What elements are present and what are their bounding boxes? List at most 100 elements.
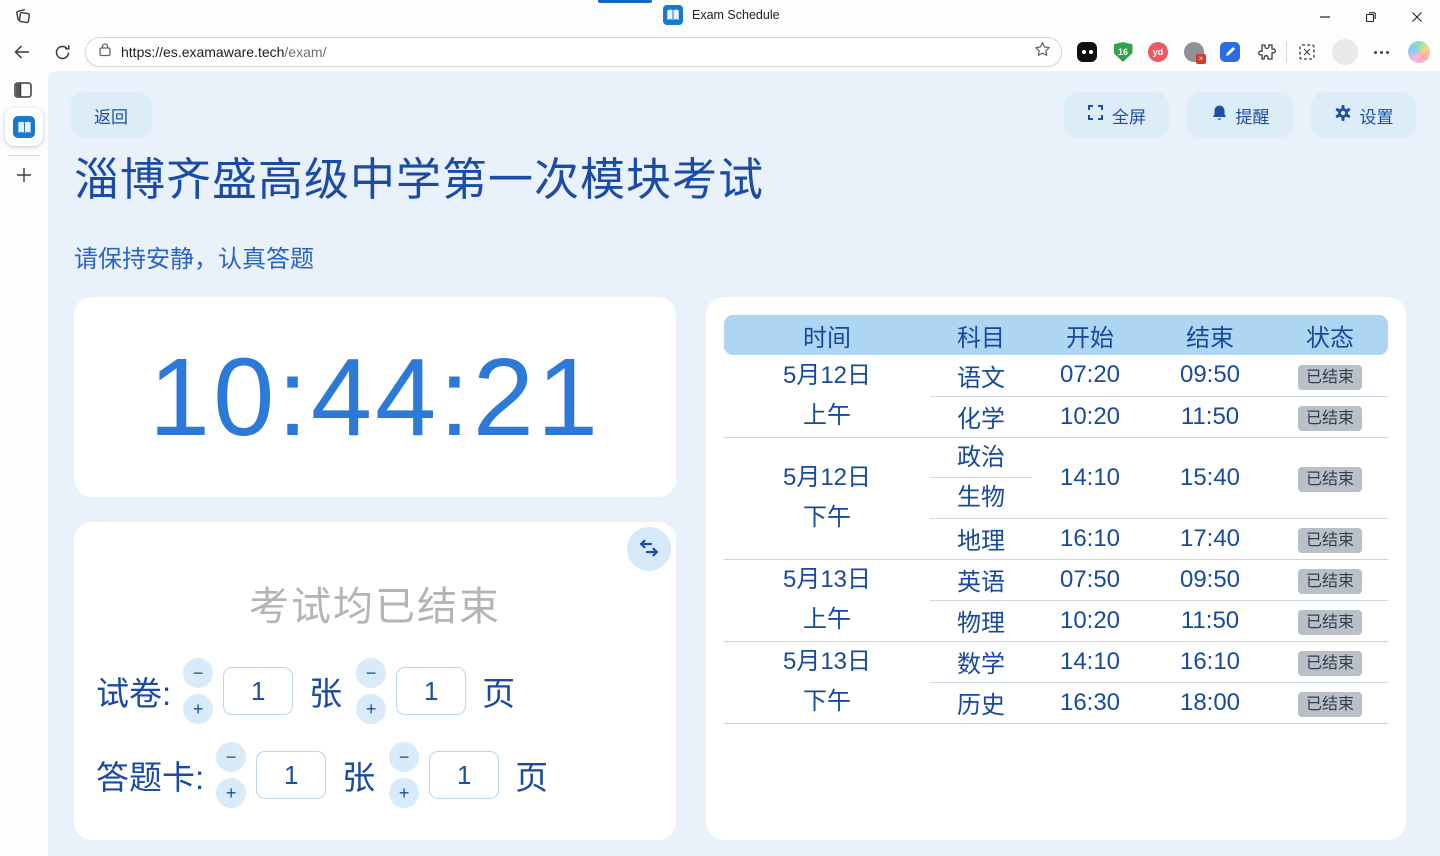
screenshot-snip-icon[interactable] [1293, 38, 1321, 66]
status-cell: 已结束 [1272, 396, 1388, 437]
subject-cell: 数学 [930, 641, 1032, 682]
reminder-button-label: 提醒 [1236, 103, 1270, 128]
more-menu-icon[interactable] [1367, 38, 1395, 66]
paper-pages-minus-button[interactable]: − [356, 658, 386, 688]
start-cell: 10:20 [1032, 600, 1148, 641]
status-cell: 已结束 [1272, 641, 1388, 682]
exam-schedule-favicon-icon [13, 116, 35, 138]
status-badge: 已结束 [1298, 610, 1362, 635]
paper-label: 试卷: [96, 667, 171, 715]
schedule-row: 5月13日上午 英语 07:50 09:50 已结束 [724, 559, 1388, 600]
url-host: https://es.examaware.tech [121, 44, 284, 60]
lock-icon [98, 42, 112, 62]
tab-actions-icon[interactable] [14, 82, 34, 100]
answer-sheet-pages-plus-button[interactable]: + [389, 778, 419, 808]
subject-cell: 物理 [930, 600, 1032, 641]
fullscreen-icon [1087, 104, 1104, 126]
paper-count-unit: 张 [309, 667, 342, 715]
bookmark-star-icon[interactable] [1034, 41, 1051, 63]
settings-button[interactable]: 设置 [1311, 92, 1416, 138]
exam-page: 返回 全屏 提醒 设置 淄博齐盛高级中学第一次模块考试 请保持安静，认真答题 1… [48, 71, 1440, 856]
status-badge: 已结束 [1298, 569, 1362, 594]
date-cell: 5月13日下午 [724, 641, 930, 723]
refresh-icon[interactable] [46, 36, 78, 68]
date-cell: 5月13日上午 [724, 559, 930, 641]
start-cell: 14:10 [1032, 641, 1148, 682]
extensions-puzzle-icon[interactable] [1252, 38, 1280, 66]
end-cell: 15:40 [1148, 437, 1272, 518]
header-time: 时间 [724, 315, 930, 355]
status-cell: 已结束 [1272, 682, 1388, 723]
back-button-label: 返回 [94, 103, 128, 128]
schedule-row: 5月12日下午 政治生物 14:10 15:40 已结束 [724, 437, 1388, 518]
clock-card: 10:44:21 [74, 297, 676, 497]
paper-panel-card: 考试均已结束 试卷: − + 张 − + 页 [74, 522, 676, 840]
active-tab-accent [598, 0, 652, 3]
swap-arrows-icon [638, 539, 660, 559]
end-cell: 09:50 [1148, 559, 1272, 600]
clock-display: 10:44:21 [149, 334, 601, 461]
vertical-tabs-sidebar [0, 71, 48, 856]
subject-cell: 地理 [930, 518, 1032, 559]
paper-count-plus-button[interactable]: + [183, 694, 213, 724]
copilot-icon[interactable] [1405, 38, 1433, 66]
paper-stepper-row: 试卷: − + 张 − + 页 [96, 658, 676, 724]
adblock-shield-icon[interactable]: 16 [1109, 38, 1137, 66]
answer-sheet-stepper-row: 答题卡: − + 张 − + 页 [96, 742, 676, 808]
status-cell: 已结束 [1272, 559, 1388, 600]
end-cell: 11:50 [1148, 396, 1272, 437]
answer-sheet-label: 答题卡: [96, 751, 204, 799]
paper-pages-input[interactable] [396, 667, 466, 715]
answer-sheet-count-input[interactable] [256, 751, 326, 799]
minimize-button[interactable] [1302, 0, 1348, 33]
stepper-rows: 试卷: − + 张 − + 页 答题卡: [96, 658, 676, 808]
editor-pen-icon[interactable] [1216, 38, 1244, 66]
schedule-card: 时间 科目 开始 结束 状态 5月12日上午 语文 07:20 09:50 已结… [706, 297, 1406, 840]
schedule-header-row: 时间 科目 开始 结束 状态 [724, 315, 1388, 355]
reminder-button[interactable]: 提醒 [1187, 92, 1293, 138]
header-subject: 科目 [930, 315, 1032, 355]
status-badge: 已结束 [1298, 528, 1362, 553]
paper-count-input[interactable] [223, 667, 293, 715]
address-bar[interactable]: https://es.examaware.tech/exam/ [85, 37, 1062, 67]
titlebar: Exam Schedule [0, 0, 1440, 33]
restore-button[interactable] [1348, 0, 1394, 33]
dark-extension-icon[interactable] [1073, 38, 1101, 66]
date-cell: 5月12日上午 [724, 355, 930, 437]
status-badge: 已结束 [1298, 365, 1362, 390]
answer-sheet-pages-minus-button[interactable]: − [389, 742, 419, 772]
start-cell: 10:20 [1032, 396, 1148, 437]
settings-button-label: 设置 [1360, 103, 1394, 128]
page-subtitle: 请保持安静，认真答题 [74, 239, 314, 274]
answer-sheet-count-minus-button[interactable]: − [216, 742, 246, 772]
answer-sheet-count-plus-button[interactable]: + [216, 778, 246, 808]
status-cell: 已结束 [1272, 437, 1388, 518]
status-badge: 已结束 [1298, 406, 1362, 431]
active-vertical-tab[interactable] [5, 108, 43, 146]
status-badge: 已结束 [1298, 692, 1362, 717]
workspaces-icon[interactable] [13, 7, 33, 27]
paper-pages-plus-button[interactable]: + [356, 694, 386, 724]
close-button[interactable] [1394, 0, 1440, 33]
exam-status-text: 考试均已结束 [74, 574, 676, 632]
end-cell: 11:50 [1148, 600, 1272, 641]
answer-sheet-pages-input[interactable] [429, 751, 499, 799]
back-button[interactable]: 返回 [70, 92, 152, 138]
disabled-extension-icon[interactable]: × [1180, 38, 1208, 66]
date-cell: 5月12日下午 [724, 437, 930, 559]
back-nav-icon[interactable] [6, 36, 38, 68]
status-badge: 已结束 [1298, 651, 1362, 676]
header-start: 开始 [1032, 315, 1148, 355]
fullscreen-button[interactable]: 全屏 [1064, 92, 1169, 138]
header-end: 结束 [1148, 315, 1272, 355]
swap-layout-button[interactable] [627, 527, 671, 571]
youdao-dict-icon[interactable]: yd [1144, 38, 1172, 66]
end-cell: 18:00 [1148, 682, 1272, 723]
new-tab-icon[interactable] [14, 165, 34, 185]
paper-count-minus-button[interactable]: − [183, 658, 213, 688]
profile-avatar[interactable] [1331, 38, 1359, 66]
url-path: /exam/ [284, 44, 326, 60]
tab[interactable]: Exam Schedule [663, 5, 780, 25]
subject-cell: 化学 [930, 396, 1032, 437]
status-cell: 已结束 [1272, 600, 1388, 641]
